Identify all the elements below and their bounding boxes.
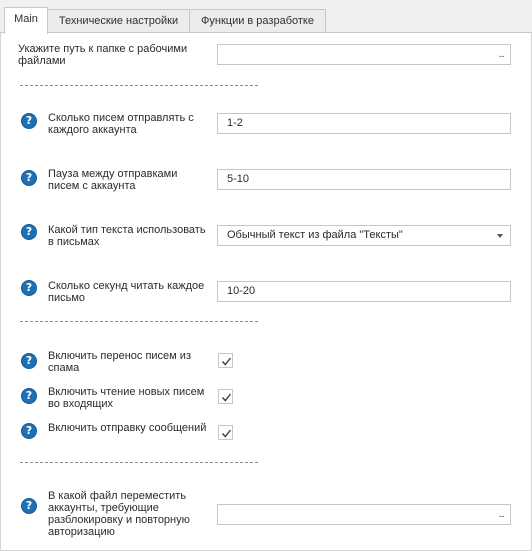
help-icon[interactable]: ? xyxy=(21,113,37,129)
help-icon[interactable]: ? xyxy=(21,280,37,296)
emails-per-account-input[interactable]: 1-2 xyxy=(217,113,511,134)
help-icon[interactable]: ? xyxy=(21,388,37,404)
section-divider-3 xyxy=(20,462,258,463)
section-divider-1 xyxy=(20,85,258,86)
send-messages-checkbox[interactable] xyxy=(218,425,233,440)
read-seconds-input[interactable]: 10-20 xyxy=(217,281,511,302)
read-seconds-label: Сколько секунд читать каждое письмо xyxy=(48,280,205,304)
pause-input[interactable]: 5-10 xyxy=(217,169,511,190)
read-new-inbox-label: Включить чтение новых писем во входящих xyxy=(48,386,205,410)
help-icon[interactable]: ? xyxy=(21,353,37,369)
help-icon[interactable]: ? xyxy=(21,170,37,186)
text-type-label: Какой тип текста использовать в письмах xyxy=(48,224,206,248)
tab-main[interactable]: Main xyxy=(4,7,48,34)
text-type-select[interactable]: Обычный текст из файла "Тексты" xyxy=(217,225,511,246)
text-type-value: Обычный текст из файла "Тексты" xyxy=(227,229,403,241)
move-from-spam-label: Включить перенос писем из спама xyxy=(48,350,191,374)
move-accounts-browse-button[interactable]: ... xyxy=(499,505,505,524)
checkmark-icon xyxy=(221,393,232,402)
pause-label: Пауза между отправками писем с аккаунта xyxy=(48,168,178,192)
checkmark-icon xyxy=(221,429,232,438)
tab-features-in-development[interactable]: Функции в разработке xyxy=(189,9,326,33)
help-icon[interactable]: ? xyxy=(21,498,37,514)
folder-browse-button[interactable]: ... xyxy=(499,45,505,64)
checkmark-icon xyxy=(221,357,232,366)
section-divider-2 xyxy=(20,321,258,322)
move-accounts-label: В какой файл переместить аккаунты, требу… xyxy=(48,490,190,538)
send-messages-label: Включить отправку сообщений xyxy=(48,422,207,434)
chevron-down-icon[interactable] xyxy=(497,234,503,238)
move-from-spam-checkbox[interactable] xyxy=(218,353,233,368)
folder-path-input[interactable]: ... xyxy=(217,44,511,65)
help-icon[interactable]: ? xyxy=(21,224,37,240)
emails-per-account-label: Сколько писем отправлять с каждого аккау… xyxy=(48,112,194,136)
move-accounts-input[interactable]: ... xyxy=(217,504,511,525)
help-icon[interactable]: ? xyxy=(21,423,37,439)
settings-panel: Укажите путь к папке с рабочими файлами … xyxy=(0,33,532,551)
read-new-inbox-checkbox[interactable] xyxy=(218,389,233,404)
tab-technical-settings[interactable]: Технические настройки xyxy=(47,9,190,33)
folder-path-label: Укажите путь к папке с рабочими файлами xyxy=(18,43,188,67)
tab-bar: Main Технические настройки Функции в раз… xyxy=(0,0,532,34)
